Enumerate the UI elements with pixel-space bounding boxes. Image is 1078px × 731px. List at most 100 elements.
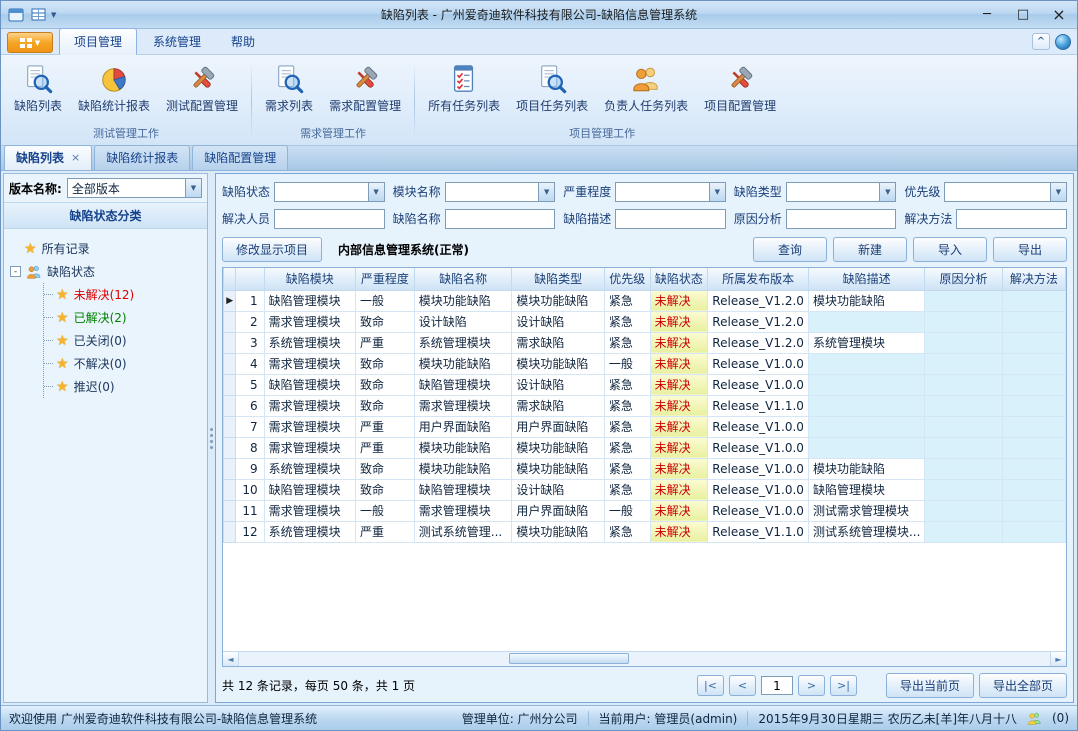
cell-status[interactable]: 未解决 (650, 311, 708, 332)
ribbon-button-all-task-list[interactable]: 所有任务列表 (421, 59, 507, 116)
cell-priority[interactable]: 紧急 (604, 521, 650, 542)
cell-type[interactable]: 用户界面缺陷 (512, 500, 604, 521)
cell-type[interactable]: 模块功能缺陷 (512, 353, 604, 374)
tree-item-postponed[interactable]: ★推迟(0) (44, 375, 201, 398)
row-indicator[interactable] (224, 437, 236, 458)
cell-cause[interactable] (925, 416, 1002, 437)
cell-desc[interactable]: 测试需求管理模块 (808, 500, 924, 521)
cell-name[interactable]: 测试系统管理... (414, 521, 512, 542)
ribbon-tab-project-management[interactable]: 项目管理 (59, 28, 137, 55)
column-header-4[interactable]: 缺陷名称 (414, 268, 512, 290)
cell-module[interactable]: 需求管理模块 (264, 353, 355, 374)
cell-desc[interactable] (808, 374, 924, 395)
chevron-down-icon[interactable]: ▼ (709, 183, 725, 201)
cell-solution[interactable] (1002, 458, 1065, 479)
cell-status[interactable]: 未解决 (650, 416, 708, 437)
chevron-down-icon[interactable]: ▼ (879, 183, 895, 201)
column-header-0[interactable] (224, 268, 236, 290)
tab-close-icon[interactable]: × (71, 151, 80, 164)
table-row[interactable]: 9系统管理模块致命模块功能缺陷模块功能缺陷紧急未解决Release_V1.0.0… (224, 458, 1066, 479)
next-page-button[interactable]: > (798, 675, 825, 696)
cell-num[interactable]: 9 (236, 458, 264, 479)
ribbon-button-project-config[interactable]: 项目配置管理 (697, 59, 783, 116)
tree-item-unresolved[interactable]: ★未解决(12) (44, 283, 201, 306)
cell-cause[interactable] (925, 374, 1002, 395)
export-button[interactable]: 导出 (993, 237, 1067, 262)
refresh-globe-icon[interactable] (1055, 34, 1071, 50)
cell-severity[interactable]: 致命 (355, 374, 414, 395)
app-menu-button[interactable]: ▼ (7, 32, 53, 53)
cell-severity[interactable]: 致命 (355, 395, 414, 416)
cell-severity[interactable]: 一般 (355, 290, 414, 311)
cell-num[interactable]: 6 (236, 395, 264, 416)
cell-module[interactable]: 缺陷管理模块 (264, 374, 355, 395)
table-row[interactable]: 11需求管理模块一般需求管理模块用户界面缺陷一般未解决Release_V1.0.… (224, 500, 1066, 521)
cell-name[interactable]: 用户界面缺陷 (414, 416, 512, 437)
cell-release[interactable]: Release_V1.0.0 (708, 416, 809, 437)
cell-status[interactable]: 未解决 (650, 395, 708, 416)
row-indicator[interactable] (224, 500, 236, 521)
cell-priority[interactable]: 紧急 (604, 458, 650, 479)
filter-input-defect-desc[interactable] (615, 209, 726, 229)
cell-type[interactable]: 用户界面缺陷 (512, 416, 604, 437)
table-row[interactable]: 12系统管理模块严重测试系统管理...模块功能缺陷紧急未解决Release_V1… (224, 521, 1066, 542)
table-row[interactable]: 6需求管理模块致命需求管理模块需求缺陷紧急未解决Release_V1.1.0 (224, 395, 1066, 416)
version-combo-dropdown-icon[interactable]: ▼ (185, 179, 201, 197)
filter-combo-priority[interactable]: ▼ (944, 182, 1067, 202)
cell-type[interactable]: 模块功能缺陷 (512, 290, 604, 311)
filter-input-solution[interactable] (956, 209, 1067, 229)
cell-desc[interactable] (808, 353, 924, 374)
cell-module[interactable]: 系统管理模块 (264, 521, 355, 542)
cell-name[interactable]: 模块功能缺陷 (414, 458, 512, 479)
cell-release[interactable]: Release_V1.0.0 (708, 374, 809, 395)
row-indicator[interactable] (224, 353, 236, 374)
cell-cause[interactable] (925, 311, 1002, 332)
table-row[interactable]: 3系统管理模块严重系统管理模块需求缺陷紧急未解决Release_V1.2.0系统… (224, 332, 1066, 353)
column-header-11[interactable]: 解决方法 (1002, 268, 1065, 290)
cell-name[interactable]: 缺陷管理模块 (414, 374, 512, 395)
cell-type[interactable]: 设计缺陷 (512, 311, 604, 332)
column-header-2[interactable]: 缺陷模块 (264, 268, 355, 290)
scroll-right-icon[interactable]: ► (1050, 652, 1066, 666)
last-page-button[interactable]: >| (830, 675, 857, 696)
export-all-pages-button[interactable]: 导出全部页 (979, 673, 1067, 698)
table-row[interactable]: 7需求管理模块严重用户界面缺陷用户界面缺陷紧急未解决Release_V1.0.0 (224, 416, 1066, 437)
cell-priority[interactable]: 紧急 (604, 416, 650, 437)
cell-type[interactable]: 需求缺陷 (512, 395, 604, 416)
first-page-button[interactable]: |< (697, 675, 724, 696)
cell-severity[interactable]: 严重 (355, 437, 414, 458)
cell-cause[interactable] (925, 458, 1002, 479)
cell-cause[interactable] (925, 395, 1002, 416)
cell-desc[interactable] (808, 395, 924, 416)
row-indicator[interactable] (224, 311, 236, 332)
tree-item-resolved[interactable]: ★已解决(2) (44, 306, 201, 329)
cell-num[interactable]: 12 (236, 521, 264, 542)
ribbon-button-project-task-list[interactable]: 项目任务列表 (509, 59, 595, 116)
cell-severity[interactable]: 致命 (355, 458, 414, 479)
cell-num[interactable]: 8 (236, 437, 264, 458)
row-indicator[interactable] (224, 521, 236, 542)
cell-priority[interactable]: 紧急 (604, 479, 650, 500)
import-button[interactable]: 导入 (913, 237, 987, 262)
cell-status[interactable]: 未解决 (650, 521, 708, 542)
cell-module[interactable]: 需求管理模块 (264, 395, 355, 416)
row-indicator[interactable] (224, 395, 236, 416)
ribbon-tab-help[interactable]: 帮助 (217, 29, 269, 54)
cell-solution[interactable] (1002, 479, 1065, 500)
cell-release[interactable]: Release_V1.0.0 (708, 500, 809, 521)
row-indicator[interactable] (224, 416, 236, 437)
column-header-1[interactable] (236, 268, 264, 290)
cell-priority[interactable]: 紧急 (604, 374, 650, 395)
cell-status[interactable]: 未解决 (650, 353, 708, 374)
column-header-5[interactable]: 缺陷类型 (512, 268, 604, 290)
cell-num[interactable]: 10 (236, 479, 264, 500)
cell-cause[interactable] (925, 521, 1002, 542)
cell-type[interactable]: 模块功能缺陷 (512, 521, 604, 542)
cell-severity[interactable]: 严重 (355, 416, 414, 437)
cell-cause[interactable] (925, 353, 1002, 374)
column-header-9[interactable]: 缺陷描述 (808, 268, 924, 290)
cell-name[interactable]: 需求管理模块 (414, 395, 512, 416)
cell-module[interactable]: 系统管理模块 (264, 458, 355, 479)
version-combo[interactable]: 全部版本 ▼ (67, 178, 202, 198)
scroll-left-icon[interactable]: ◄ (223, 652, 239, 666)
